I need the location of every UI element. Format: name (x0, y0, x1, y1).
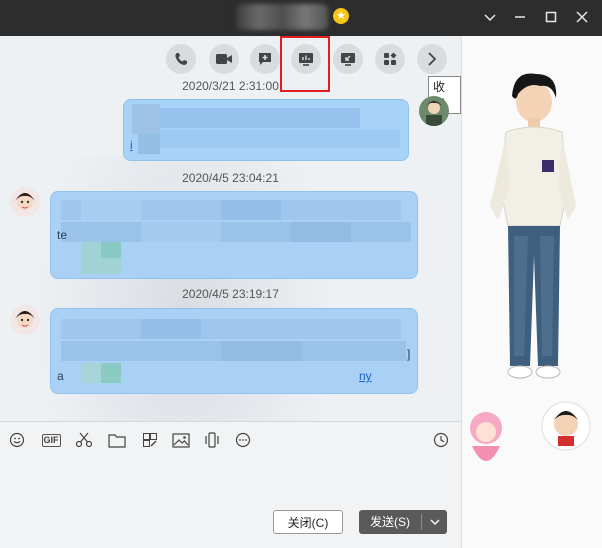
scissors-icon[interactable] (74, 430, 94, 450)
avatar[interactable] (10, 305, 40, 335)
avatar[interactable] (419, 96, 449, 126)
avatar-show-panel (461, 36, 602, 548)
contact-name-blurred (236, 4, 328, 30)
message-bubble-sent[interactable]: i (123, 99, 409, 161)
maximize-icon[interactable] (539, 6, 563, 28)
message-link[interactable]: ny (359, 369, 372, 383)
gif-label: GIF (41, 433, 61, 447)
close-button[interactable]: 关闭(C) (273, 510, 343, 534)
apps-icon[interactable] (375, 44, 405, 74)
phone-icon[interactable] (166, 44, 196, 74)
send-options-chevron-icon[interactable] (422, 510, 447, 534)
more-icon[interactable] (233, 430, 253, 450)
full-body-avatar-image (470, 73, 591, 461)
add-chat-icon[interactable] (250, 44, 280, 74)
message-text: ] (407, 347, 411, 361)
minimize-icon[interactable] (508, 6, 532, 28)
chat-toolbar (0, 44, 461, 76)
message-timestamp: 2020/3/21 2:31:00 (182, 79, 279, 93)
folder-icon[interactable] (107, 430, 127, 450)
chat-area: 收起 2020/3/21 2:31:00 i 2020/4/5 23:04:21 (0, 36, 461, 548)
image-icon[interactable] (171, 430, 191, 450)
video-icon[interactable] (209, 44, 239, 74)
close-icon[interactable] (570, 6, 594, 28)
history-icon[interactable] (431, 430, 451, 450)
message-bubble-received[interactable]: a ny ] (50, 308, 418, 394)
message-text: te (57, 228, 68, 242)
message-text: i (130, 138, 133, 152)
send-button[interactable]: 发送(S) (359, 510, 447, 534)
remote-desktop-icon[interactable] (333, 44, 363, 74)
avatar[interactable] (10, 187, 40, 217)
shake-icon[interactable] (202, 430, 222, 450)
message-timestamp: 2020/4/5 23:19:17 (182, 287, 279, 301)
chat-window: ★ 收 2020/3/21 2:31:00 i 2020/4/5 23:04:2… (0, 0, 602, 548)
chevron-right-icon[interactable] (417, 44, 447, 74)
message-timestamp: 2020/4/5 23:04:21 (182, 171, 279, 185)
message-bubble-received[interactable]: te (50, 191, 418, 279)
message-text: a (57, 369, 64, 383)
chevron-down-icon[interactable] (478, 6, 502, 28)
title-bar: ★ (0, 0, 602, 36)
gif-icon[interactable]: GIF (38, 430, 64, 450)
send-button-label: 发送(S) (370, 515, 410, 529)
emoji-icon[interactable] (7, 430, 27, 450)
image-edit-icon[interactable] (140, 430, 160, 450)
vip-badge-icon: ★ (333, 8, 349, 24)
